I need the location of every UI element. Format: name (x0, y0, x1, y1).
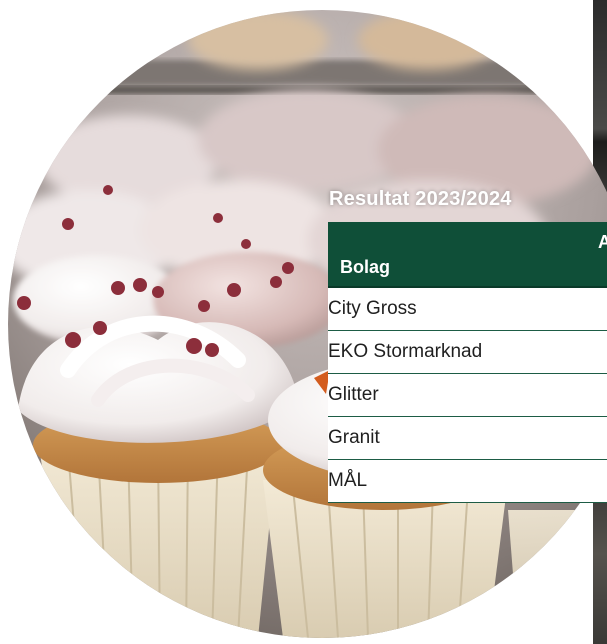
column-header-company: Bolag (340, 257, 391, 277)
company-name: MÅL (328, 470, 368, 491)
table-row: EKO Stormarknad (328, 331, 607, 374)
table-row: City Gross (328, 288, 607, 331)
table-header: A Bolag (328, 222, 607, 288)
table-row: Granit (328, 417, 607, 460)
column-header-partial: A (598, 232, 607, 252)
table-row: Glitter (328, 374, 607, 417)
results-table: A Bolag City Gross EKO Stormarknad Glitt… (328, 222, 607, 503)
company-name: EKO Stormarknad (328, 341, 483, 362)
company-name: City Gross (328, 298, 417, 319)
table-row: MÅL (328, 460, 607, 503)
company-name: Granit (328, 427, 380, 448)
results-heading: Resultat 2023/2024 (329, 188, 512, 210)
company-name: Glitter (328, 384, 379, 405)
